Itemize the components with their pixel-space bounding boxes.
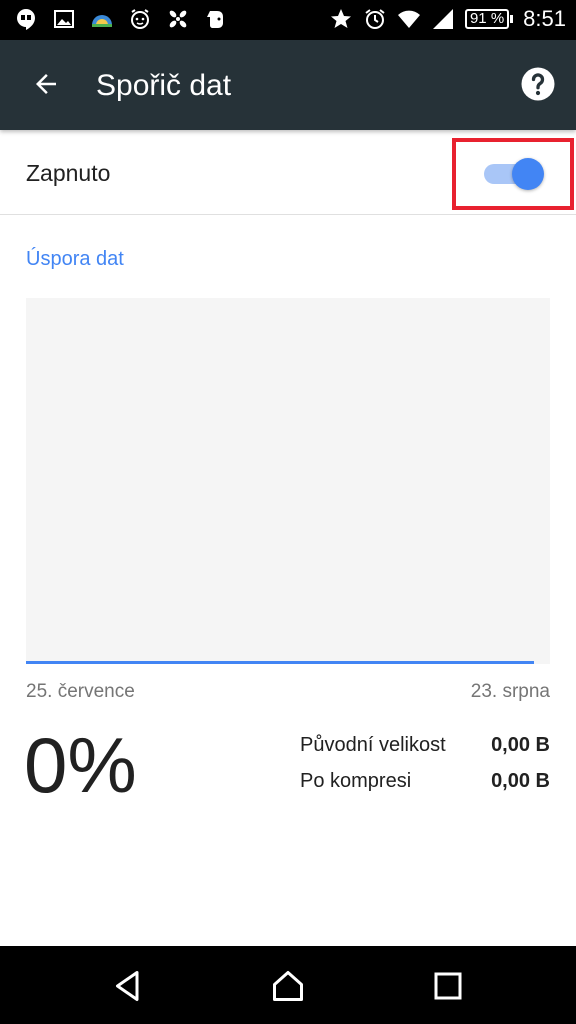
nav-back-button[interactable] — [110, 968, 146, 1004]
toggle-label: Zapnuto — [26, 160, 111, 186]
help-icon — [521, 67, 555, 101]
data-saver-switch[interactable] — [484, 158, 548, 190]
cellular-signal-icon — [431, 6, 455, 32]
pinwheel-icon — [166, 6, 190, 32]
alarm-clock-app-icon — [128, 6, 152, 32]
savings-section-header: Úspora dat — [26, 248, 124, 270]
chart-line — [26, 661, 534, 664]
hangouts-icon — [14, 6, 38, 32]
nav-back-icon — [116, 971, 139, 1001]
battery-level: 91 % — [464, 9, 510, 29]
system-icons: 91 % 8:51 — [329, 6, 566, 32]
status-bar: 91 % 8:51 — [0, 0, 576, 40]
savings-chart — [26, 298, 550, 664]
nav-recents-icon — [434, 972, 462, 1000]
data-saver-toggle-row[interactable]: Zapnuto — [0, 130, 576, 215]
compressed-size-value: 0,00 B — [491, 770, 550, 792]
page-title: Spořič dat — [96, 69, 232, 102]
weather-icon — [90, 6, 114, 32]
arrow-back-icon — [36, 74, 56, 94]
notification-icons — [14, 6, 228, 32]
compressed-size-label: Po kompresi — [300, 770, 412, 792]
battery-indicator: 91 % — [464, 7, 514, 31]
nav-home-icon — [273, 971, 303, 1001]
app-toolbar: Spořič dat — [0, 40, 576, 130]
chart-start-date: 25. července — [26, 681, 135, 702]
original-size-value: 0,00 B — [491, 734, 550, 756]
evernote-icon — [204, 6, 228, 32]
original-size-label: Původní velikost — [300, 734, 446, 756]
navigation-bar — [0, 946, 576, 1024]
back-button[interactable] — [24, 62, 68, 106]
switch-thumb — [512, 158, 544, 190]
chart-end-date: 23. srpna — [470, 681, 550, 702]
image-icon — [52, 6, 76, 32]
star-icon — [329, 6, 353, 32]
status-clock: 8:51 — [523, 6, 566, 31]
help-button[interactable] — [520, 66, 556, 102]
savings-percent: 0% — [24, 721, 137, 809]
alarm-icon — [363, 6, 387, 32]
nav-home-button[interactable] — [270, 968, 306, 1004]
battery-cap — [510, 15, 514, 23]
nav-recents-button[interactable] — [430, 968, 466, 1004]
wifi-icon — [397, 6, 421, 32]
